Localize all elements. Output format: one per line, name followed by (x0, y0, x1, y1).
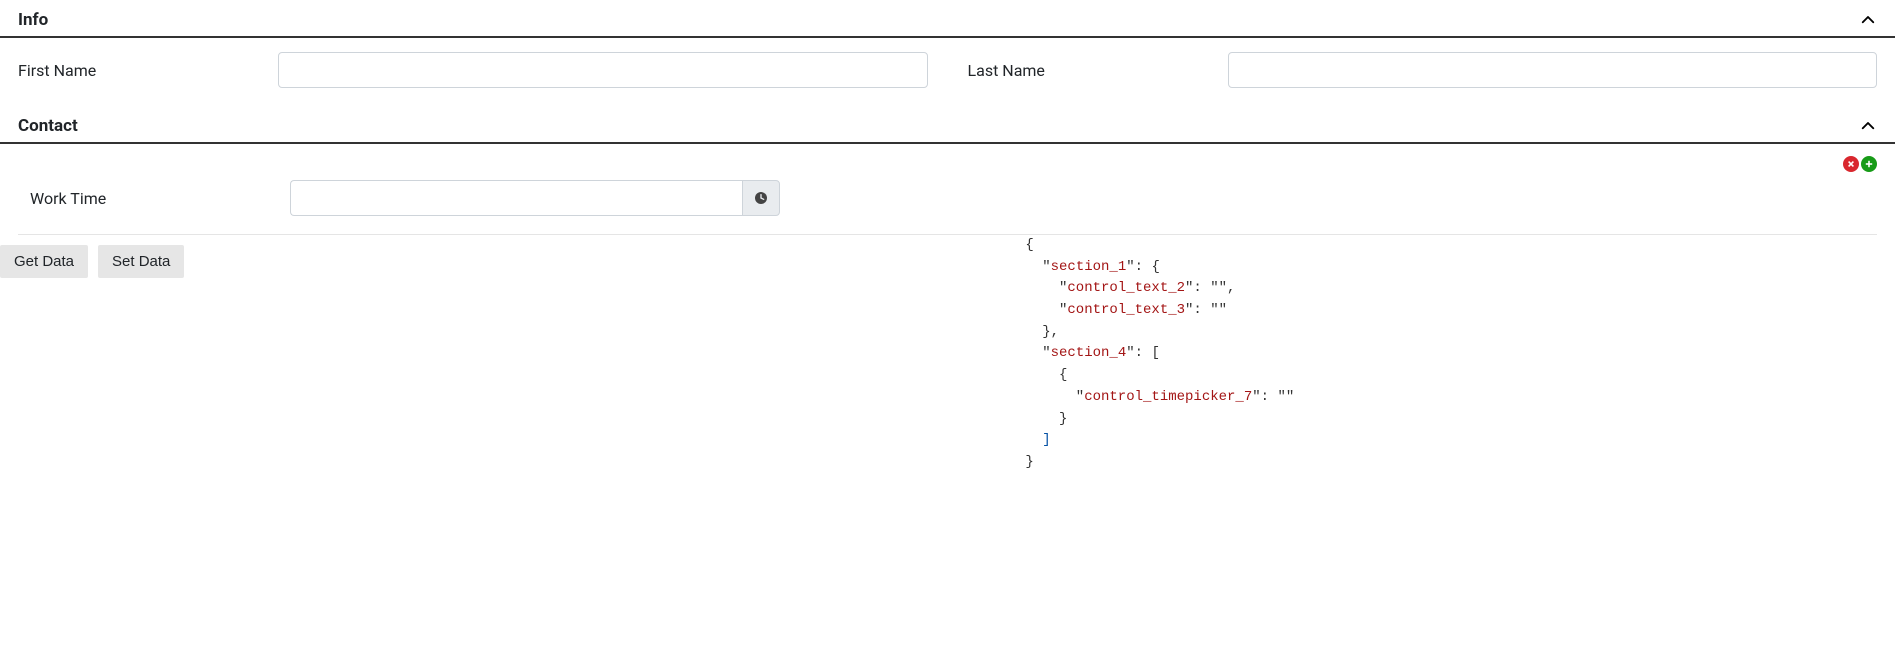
form-group-last-name: Last Name (968, 52, 1878, 88)
last-name-label: Last Name (968, 61, 1228, 80)
form-group-first-name: First Name (18, 52, 928, 88)
clock-icon-button[interactable] (742, 180, 780, 216)
work-time-field[interactable] (290, 180, 742, 216)
section-title-contact: Contact (18, 116, 78, 136)
first-name-label: First Name (18, 61, 278, 80)
section-title-info: Info (18, 10, 48, 30)
first-name-field[interactable] (278, 52, 928, 88)
form-group-work-time: Work Time (18, 174, 1877, 235)
section-header-contact[interactable]: Contact (0, 106, 1895, 144)
last-name-field[interactable] (1228, 52, 1878, 88)
button-group: Get Data Set Data (0, 245, 184, 278)
form-row: First Name Last Name (18, 52, 1877, 88)
chevron-up-icon (1859, 11, 1877, 29)
json-output: { "section_1": { "control_text_2": "", "… (985, 235, 1294, 474)
clock-icon (753, 190, 769, 206)
work-time-label: Work Time (30, 189, 290, 208)
set-data-button[interactable]: Set Data (98, 245, 184, 278)
section-body-contact: Work Time (0, 144, 1895, 235)
get-data-button[interactable]: Get Data (0, 245, 88, 278)
chevron-up-icon (1859, 117, 1877, 135)
repeat-row-actions (18, 154, 1877, 174)
section-header-info[interactable]: Info (0, 0, 1895, 38)
time-input-group (290, 180, 780, 216)
section-body-info: First Name Last Name (0, 38, 1895, 106)
remove-row-icon[interactable] (1843, 156, 1859, 172)
add-row-icon[interactable] (1861, 156, 1877, 172)
bottom-area: Get Data Set Data { "section_1": { "cont… (0, 235, 1895, 435)
